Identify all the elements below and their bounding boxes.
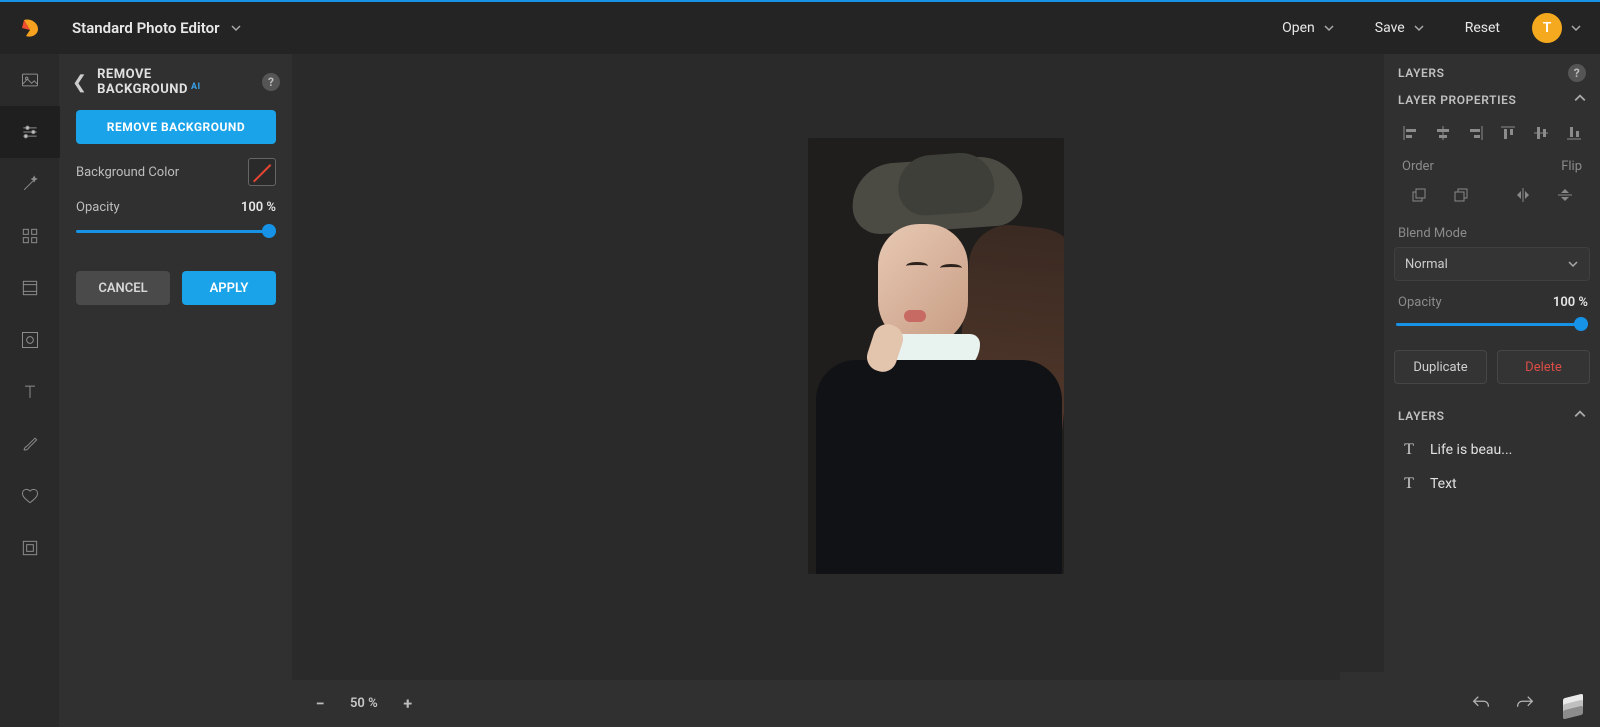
layers-section-title: LAYERS bbox=[1398, 409, 1445, 423]
tool-column bbox=[0, 54, 60, 727]
chevron-up-icon[interactable] bbox=[1574, 92, 1586, 107]
tool-frame[interactable] bbox=[0, 262, 60, 314]
layer-opacity-slider[interactable] bbox=[1396, 314, 1588, 334]
header-bar: Standard Photo Editor Open Save Reset T bbox=[0, 0, 1600, 54]
text-layer-icon: T bbox=[1400, 475, 1418, 493]
cancel-button[interactable]: CANCEL bbox=[76, 271, 170, 305]
options-title-text: REMOVE BACKGROUND bbox=[97, 67, 188, 97]
options-panel: ❮ REMOVE BACKGROUNDAI ? REMOVE BACKGROUN… bbox=[60, 54, 292, 727]
layer-item-label: Life is beau... bbox=[1430, 442, 1512, 458]
open-menu[interactable]: Open bbox=[1282, 20, 1335, 36]
back-icon[interactable]: ❮ bbox=[72, 72, 87, 93]
app-title-label: Standard Photo Editor bbox=[72, 19, 220, 37]
tool-adjust[interactable] bbox=[0, 106, 60, 158]
opacity-label: Opacity bbox=[76, 200, 120, 215]
zoom-out-button[interactable]: − bbox=[312, 694, 328, 713]
align-hcenter-icon[interactable] bbox=[1431, 121, 1455, 145]
bg-color-swatch[interactable] bbox=[248, 158, 276, 186]
align-right-icon[interactable] bbox=[1464, 121, 1488, 145]
bottom-bar: − 50 % + bbox=[292, 680, 1600, 727]
align-vcenter-icon[interactable] bbox=[1529, 121, 1553, 145]
blend-mode-value: Normal bbox=[1405, 257, 1448, 272]
avatar-letter: T bbox=[1543, 20, 1552, 36]
flip-vertical-icon[interactable] bbox=[1550, 182, 1580, 208]
remove-background-button[interactable]: REMOVE BACKGROUND bbox=[76, 110, 276, 144]
undo-button[interactable] bbox=[1470, 693, 1492, 715]
tool-overlay-frame[interactable] bbox=[0, 522, 60, 574]
bg-color-label: Background Color bbox=[76, 165, 179, 180]
layer-properties-title: LAYER PROPERTIES bbox=[1398, 93, 1516, 107]
ai-tag: AI bbox=[191, 82, 201, 92]
layer-item[interactable]: T Life is beau... bbox=[1384, 433, 1600, 467]
tool-text[interactable] bbox=[0, 366, 60, 418]
duplicate-button[interactable]: Duplicate bbox=[1394, 350, 1487, 384]
zoom-value: 50 % bbox=[350, 696, 378, 711]
tool-image[interactable] bbox=[0, 54, 60, 106]
save-label: Save bbox=[1375, 20, 1405, 36]
layer-item[interactable]: T Text bbox=[1384, 467, 1600, 501]
apply-button[interactable]: APPLY bbox=[182, 271, 276, 305]
chevron-down-icon bbox=[1323, 22, 1335, 34]
align-top-icon[interactable] bbox=[1496, 121, 1520, 145]
align-left-icon[interactable] bbox=[1398, 121, 1422, 145]
order-backward-icon[interactable] bbox=[1446, 182, 1476, 208]
opacity-value: 100 % bbox=[241, 200, 276, 215]
chevron-down-icon bbox=[1570, 22, 1582, 34]
user-menu[interactable]: T bbox=[1532, 13, 1582, 43]
order-forward-icon[interactable] bbox=[1404, 182, 1434, 208]
tool-focus[interactable] bbox=[0, 314, 60, 366]
user-avatar: T bbox=[1532, 13, 1562, 43]
app-title-dropdown[interactable]: Standard Photo Editor bbox=[72, 19, 242, 37]
tool-magic[interactable] bbox=[0, 158, 60, 210]
blend-mode-select[interactable]: Normal bbox=[1394, 247, 1590, 281]
help-icon[interactable]: ? bbox=[262, 73, 280, 91]
layers-title: LAYERS bbox=[1398, 66, 1445, 80]
text-layer-icon: T bbox=[1400, 441, 1418, 459]
opacity-row: Opacity 100 % bbox=[60, 186, 292, 215]
save-menu[interactable]: Save bbox=[1375, 20, 1425, 36]
zoom-controls: − 50 % + bbox=[292, 694, 416, 713]
chevron-up-icon[interactable] bbox=[1574, 408, 1586, 423]
top-actions: Open Save Reset bbox=[1282, 20, 1500, 36]
flip-label: Flip bbox=[1561, 159, 1582, 174]
align-bottom-icon[interactable] bbox=[1562, 121, 1586, 145]
layers-panel: LAYERS ? LAYER PROPERTIES Order Flip Ble… bbox=[1384, 54, 1600, 680]
reset-button[interactable]: Reset bbox=[1465, 20, 1500, 36]
tool-grid[interactable] bbox=[0, 210, 60, 262]
app-logo[interactable] bbox=[0, 16, 60, 40]
align-buttons bbox=[1384, 117, 1600, 149]
chevron-down-icon bbox=[1567, 258, 1579, 270]
delete-button[interactable]: Delete bbox=[1497, 350, 1590, 384]
tool-brush[interactable] bbox=[0, 418, 60, 470]
options-header: ❮ REMOVE BACKGROUNDAI ? bbox=[60, 62, 292, 102]
flip-horizontal-icon[interactable] bbox=[1508, 182, 1538, 208]
order-label: Order bbox=[1402, 159, 1434, 174]
help-icon[interactable]: ? bbox=[1568, 64, 1586, 82]
reset-label: Reset bbox=[1465, 20, 1500, 36]
zoom-in-button[interactable]: + bbox=[400, 694, 416, 713]
layer-opacity-label: Opacity bbox=[1398, 295, 1442, 310]
layer-opacity-value: 100 % bbox=[1553, 295, 1588, 310]
open-label: Open bbox=[1282, 20, 1315, 36]
chevron-down-icon bbox=[1413, 22, 1425, 34]
blend-mode-label: Blend Mode bbox=[1384, 212, 1600, 247]
bg-color-row: Background Color bbox=[60, 144, 292, 186]
options-title: REMOVE BACKGROUNDAI bbox=[97, 67, 252, 97]
redo-button[interactable] bbox=[1514, 693, 1536, 715]
tool-favorite[interactable] bbox=[0, 470, 60, 522]
canvas-image[interactable] bbox=[808, 138, 1064, 574]
layer-item-label: Text bbox=[1430, 476, 1457, 492]
canvas[interactable] bbox=[292, 54, 1340, 680]
layers-toggle-button[interactable] bbox=[1558, 689, 1588, 719]
opacity-slider[interactable] bbox=[76, 221, 276, 241]
chevron-down-icon bbox=[230, 22, 242, 34]
